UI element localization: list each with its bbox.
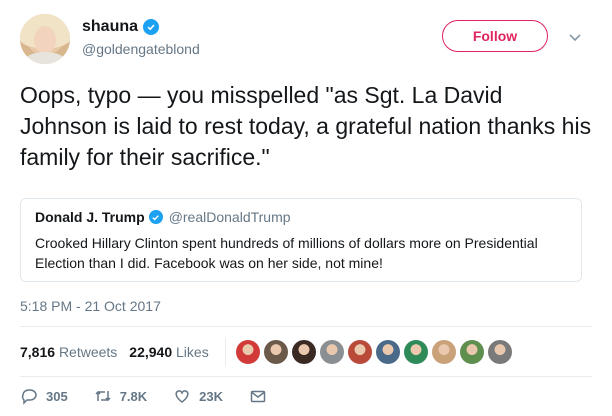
like-button[interactable]: 23K <box>173 387 223 405</box>
liker-avatar[interactable] <box>431 340 456 364</box>
reply-button[interactable]: 305 <box>20 387 68 405</box>
engagement-stats: 7,816 Retweets 22,940 Likes <box>20 334 592 370</box>
liker-avatar[interactable] <box>375 340 400 364</box>
author-avatar[interactable] <box>20 14 70 64</box>
quoted-tweet-text: Crooked Hillary Clinton spent hundreds o… <box>35 235 538 271</box>
likes-stat[interactable]: 22,940 Likes <box>129 344 208 360</box>
liker-avatar[interactable] <box>403 340 428 364</box>
retweets-label: Retweets <box>58 344 118 360</box>
author-name-row[interactable]: shauna <box>82 18 160 36</box>
retweet-icon <box>95 390 111 402</box>
tweet-timestamp[interactable]: 5:18 PM - 21 Oct 2017 <box>20 298 161 314</box>
liker-avatar[interactable] <box>235 340 260 364</box>
verified-badge-icon <box>143 19 160 35</box>
envelope-icon <box>250 390 266 403</box>
like-count: 23K <box>199 388 224 404</box>
liker-avatar[interactable] <box>347 340 372 364</box>
reply-count: 305 <box>46 388 68 404</box>
retweets-count: 7,816 <box>20 344 56 360</box>
author-handle[interactable]: @goldengateblond <box>82 41 200 57</box>
liker-avatar[interactable] <box>459 340 484 364</box>
divider <box>20 326 592 327</box>
tweet-text: Oops, typo — you misspelled "as Sgt. La … <box>20 82 592 170</box>
divider <box>224 337 226 367</box>
liker-avatar[interactable] <box>263 340 288 364</box>
follow-button[interactable]: Follow <box>442 20 548 52</box>
quoted-author-handle: @realDonaldTrump <box>168 209 291 225</box>
liker-avatar[interactable] <box>487 340 512 364</box>
divider <box>20 376 592 377</box>
quoted-author-name: Donald J. Trump <box>35 209 145 225</box>
author-display-name[interactable]: shauna <box>82 18 138 36</box>
retweet-button[interactable]: 7.8K <box>94 387 147 405</box>
liker-avatar[interactable] <box>291 340 316 364</box>
retweet-count: 7.8K <box>119 388 148 404</box>
tweet-header: shauna @goldengateblond Follow <box>20 14 592 70</box>
liker-avatars <box>235 340 512 364</box>
likes-count: 22,940 <box>129 344 173 360</box>
chevron-down-icon[interactable] <box>568 30 582 44</box>
heart-icon <box>175 390 189 403</box>
tweet-actions: 305 7.8K 23K <box>20 384 293 408</box>
retweets-stat[interactable]: 7,816 Retweets <box>20 344 117 360</box>
liker-avatar[interactable] <box>319 340 344 364</box>
quoted-tweet[interactable]: Donald J. Trump @realDonaldTrump Crooked… <box>20 198 582 282</box>
direct-message-button[interactable] <box>249 387 267 405</box>
verified-badge-icon <box>148 210 163 224</box>
likes-label: Likes <box>176 344 209 360</box>
reply-icon <box>21 389 37 405</box>
